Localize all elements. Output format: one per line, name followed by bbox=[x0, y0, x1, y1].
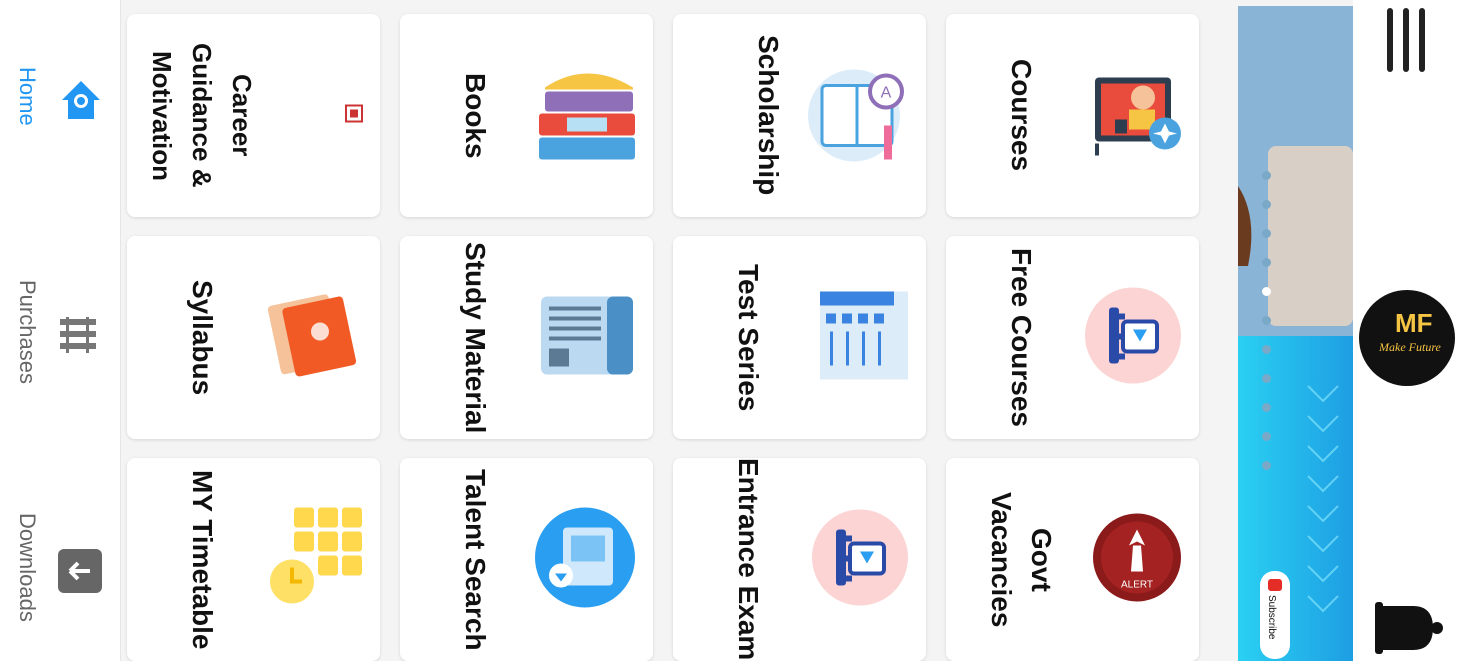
subscribe-label: Subscribe bbox=[1266, 595, 1277, 640]
carousel-dot[interactable] bbox=[1262, 200, 1271, 209]
card-label: Courses bbox=[1006, 59, 1037, 172]
logo-text: Make Future bbox=[1379, 340, 1441, 354]
card-free-courses[interactable]: Free Courses bbox=[946, 236, 1199, 439]
carousel-dot[interactable] bbox=[1262, 229, 1271, 238]
youtube-icon bbox=[1268, 579, 1282, 591]
entrance-exam-icon bbox=[810, 507, 910, 612]
carousel-dot[interactable] bbox=[1262, 345, 1271, 354]
card-label: Talent Search bbox=[460, 468, 491, 651]
talent-search-icon bbox=[533, 505, 637, 614]
logo-mark: MF bbox=[1395, 308, 1433, 338]
study-material-icon bbox=[537, 292, 637, 383]
app-logo: MF Make Future bbox=[1359, 290, 1455, 386]
nav-item-home[interactable]: Home bbox=[0, 55, 120, 165]
nav-label-purchases: Purchases bbox=[15, 280, 40, 384]
card-scholarship[interactable]: Scholarship A bbox=[673, 14, 926, 217]
nav-label-home: Home bbox=[15, 67, 40, 126]
nav-label-downloads: Downloads bbox=[15, 513, 40, 622]
card-career-guidance[interactable]: Career Guidance & Motivation bbox=[127, 14, 380, 217]
card-talent-search[interactable]: Talent Search bbox=[400, 458, 653, 661]
carousel-dot-active[interactable] bbox=[1262, 287, 1271, 296]
notification-bell-icon[interactable] bbox=[1373, 600, 1445, 661]
carousel-dot[interactable] bbox=[1262, 403, 1271, 412]
scholarship-icon: A bbox=[806, 61, 910, 170]
card-label: Scholarship bbox=[753, 35, 784, 196]
downloads-icon bbox=[56, 547, 104, 600]
promo-banner[interactable]: Subscribe bbox=[1238, 6, 1353, 661]
banner-artwork bbox=[1238, 6, 1353, 613]
timetable-icon bbox=[264, 505, 364, 614]
carousel-indicator bbox=[1262, 171, 1271, 490]
card-label: Govt Vacancies bbox=[986, 491, 1057, 628]
card-label: Syllabus bbox=[187, 279, 218, 396]
free-courses-icon bbox=[1083, 285, 1183, 390]
card-my-timetable[interactable]: MY Timetable bbox=[127, 458, 380, 661]
syllabus-icon bbox=[264, 287, 364, 388]
carousel-dot[interactable] bbox=[1262, 374, 1271, 383]
card-label: Free Courses bbox=[1006, 248, 1037, 427]
purchases-icon bbox=[56, 315, 100, 360]
carousel-dot[interactable] bbox=[1262, 461, 1271, 470]
top-app-bar: MF Make Future bbox=[1353, 0, 1465, 661]
card-test-series[interactable]: Test Series bbox=[673, 236, 926, 439]
carousel-dot[interactable] bbox=[1262, 258, 1271, 267]
carousel-dot[interactable] bbox=[1262, 316, 1271, 325]
test-series-icon bbox=[818, 289, 910, 386]
card-entrance-exam[interactable]: Entrance Exam bbox=[673, 458, 926, 661]
svg-text:ALERT: ALERT bbox=[1121, 579, 1153, 590]
career-icon bbox=[344, 103, 364, 128]
card-books[interactable]: Books bbox=[400, 14, 653, 217]
menu-icon[interactable] bbox=[1387, 8, 1427, 74]
govt-vacancies-icon: ALERT bbox=[1091, 511, 1183, 608]
card-label: Books bbox=[460, 72, 491, 159]
books-icon bbox=[537, 63, 637, 168]
card-label: Test Series bbox=[733, 263, 764, 412]
bottom-navigation: Home Purchases Downloads bbox=[0, 0, 121, 661]
nav-item-downloads[interactable]: Downloads bbox=[0, 505, 120, 635]
card-syllabus[interactable]: Syllabus bbox=[127, 236, 380, 439]
card-govt-vacancies[interactable]: Govt Vacancies ALERT bbox=[946, 458, 1199, 661]
home-icon bbox=[56, 75, 106, 130]
card-courses[interactable]: Courses bbox=[946, 14, 1199, 217]
courses-icon bbox=[1091, 67, 1183, 164]
card-label: Career Guidance & Motivation bbox=[147, 43, 257, 188]
svg-text:A: A bbox=[881, 84, 892, 101]
card-label: MY Timetable bbox=[187, 469, 218, 650]
card-study-material[interactable]: Study Material bbox=[400, 236, 653, 439]
nav-item-purchases[interactable]: Purchases bbox=[0, 270, 120, 400]
subscribe-badge[interactable]: Subscribe bbox=[1260, 571, 1290, 659]
carousel-dot[interactable] bbox=[1262, 432, 1271, 441]
card-label: Entrance Exam bbox=[733, 458, 764, 661]
card-label: Study Material bbox=[460, 241, 491, 434]
carousel-dot[interactable] bbox=[1262, 171, 1271, 180]
